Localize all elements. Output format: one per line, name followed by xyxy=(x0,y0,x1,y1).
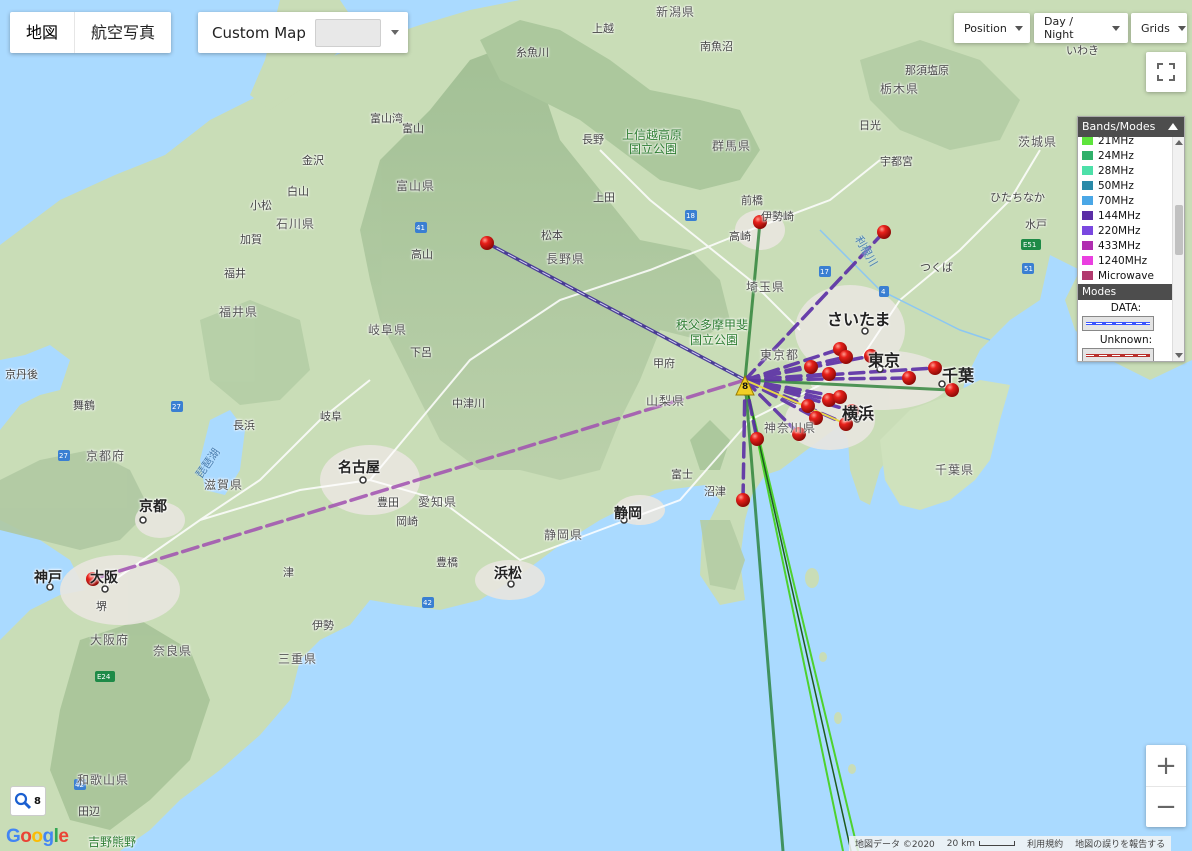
chevron-down-icon xyxy=(1014,25,1023,31)
map-type-roadmap-button[interactable]: 地図 xyxy=(10,12,74,53)
band-color-swatch xyxy=(1082,137,1093,145)
band-legend-item: 24MHz xyxy=(1082,148,1154,163)
custom-map-select[interactable] xyxy=(314,18,381,47)
custom-map-control[interactable]: Custom Map xyxy=(198,12,408,53)
band-list: 21MHz 24MHz 28MHz 50MHz 70MHz 144MHz 220MHz 433… xyxy=(1082,137,1154,283)
band-label: 220MHz xyxy=(1098,224,1141,237)
modes-header: Modes xyxy=(1078,284,1174,300)
chevron-down-icon xyxy=(1177,25,1186,31)
day-night-dropdown[interactable]: Day / Night xyxy=(1034,13,1128,43)
svg-text:18: 18 xyxy=(686,212,695,220)
chevron-down-icon xyxy=(1112,25,1120,31)
scroll-down-icon[interactable] xyxy=(1175,353,1183,358)
band-legend-item: 1240MHz xyxy=(1082,253,1154,268)
map-type-control: 地図 航空写真 xyxy=(10,12,172,53)
band-label: 28MHz xyxy=(1098,164,1134,177)
zoom-out-button[interactable]: − xyxy=(1146,786,1186,827)
scale-bar-graphic xyxy=(979,841,1016,846)
map-type-satellite-button[interactable]: 航空写真 xyxy=(74,12,171,53)
band-label: Microwave xyxy=(1098,269,1154,282)
band-color-swatch xyxy=(1082,241,1093,250)
band-label: 70MHz xyxy=(1098,194,1134,207)
band-legend-item: Microwave xyxy=(1082,268,1154,283)
band-legend-item: 144MHz xyxy=(1082,208,1154,223)
fullscreen-icon xyxy=(1157,63,1175,81)
bands-modes-legend: Bands/Modes 21MHz 24MHz 28MHz 50MHz 70MHz 144… xyxy=(1077,116,1185,362)
zoom-level-indicator[interactable]: 8 xyxy=(10,786,46,816)
map-base: 41 18 17 4 27 27 42 42 E51 51 E24 xyxy=(0,0,1192,851)
band-color-swatch xyxy=(1082,196,1093,205)
svg-text:4: 4 xyxy=(881,288,886,296)
zoom-in-button[interactable]: + xyxy=(1146,745,1186,786)
zoom-control: + − xyxy=(1146,745,1186,827)
fullscreen-button[interactable] xyxy=(1146,52,1186,92)
band-color-swatch xyxy=(1082,181,1093,190)
band-legend-item: 220MHz xyxy=(1082,223,1154,238)
band-color-swatch xyxy=(1082,271,1093,280)
band-legend-item: 70MHz xyxy=(1082,193,1154,208)
svg-text:17: 17 xyxy=(820,268,829,276)
mode-line-unknown xyxy=(1086,354,1150,357)
terms-link[interactable]: 利用規約 xyxy=(1021,837,1069,850)
scroll-thumb[interactable] xyxy=(1175,205,1183,255)
grids-dropdown[interactable]: Grids xyxy=(1131,13,1187,43)
mode-swatch-unknown xyxy=(1082,348,1154,361)
scale-bar[interactable]: 20 km xyxy=(941,839,1021,849)
legend-scrollbar[interactable] xyxy=(1172,137,1184,361)
mode-label-unknown: Unknown: xyxy=(1099,334,1153,346)
band-label: 24MHz xyxy=(1098,149,1134,162)
chevron-down-icon xyxy=(390,30,399,35)
svg-text:42: 42 xyxy=(423,599,432,607)
legend-title: Bands/Modes xyxy=(1082,120,1156,133)
position-dropdown-label: Position xyxy=(964,21,1007,35)
svg-text:E24: E24 xyxy=(97,673,111,681)
band-label: 50MHz xyxy=(1098,179,1134,192)
zoom-level-value: 8 xyxy=(34,795,41,807)
band-color-swatch xyxy=(1082,256,1093,265)
svg-text:51: 51 xyxy=(1024,265,1033,273)
band-label: 433MHz xyxy=(1098,239,1141,252)
mode-label-data: DATA: xyxy=(1110,302,1142,314)
svg-text:42: 42 xyxy=(75,781,84,789)
scale-label: 20 km xyxy=(946,838,976,849)
band-label: 21MHz xyxy=(1098,137,1134,147)
band-legend-item: 21MHz xyxy=(1082,137,1154,148)
band-color-swatch xyxy=(1082,226,1093,235)
band-color-swatch xyxy=(1082,151,1093,160)
band-color-swatch xyxy=(1082,166,1093,175)
band-legend-item: 433MHz xyxy=(1082,238,1154,253)
scroll-up-icon[interactable] xyxy=(1175,140,1183,145)
svg-text:27: 27 xyxy=(172,403,181,411)
custom-map-label: Custom Map xyxy=(212,23,306,42)
map-canvas[interactable]: 41 18 17 4 27 27 42 42 E51 51 E24 新潟県 糸魚… xyxy=(0,0,1192,851)
legend-body[interactable]: 21MHz 24MHz 28MHz 50MHz 70MHz 144MHz 220MHz 433… xyxy=(1078,137,1174,361)
mode-line-data xyxy=(1086,322,1150,325)
band-color-swatch xyxy=(1082,211,1093,220)
magnifier-icon xyxy=(14,792,32,810)
legend-header[interactable]: Bands/Modes xyxy=(1078,117,1184,137)
svg-text:27: 27 xyxy=(59,452,68,460)
svg-text:41: 41 xyxy=(416,224,425,232)
band-label: 144MHz xyxy=(1098,209,1141,222)
svg-text:E51: E51 xyxy=(1023,241,1036,249)
google-logo: Google xyxy=(6,826,69,847)
band-legend-item: 50MHz xyxy=(1082,178,1154,193)
mode-swatch-data xyxy=(1082,316,1154,331)
map-data-credit: 地図データ ©2020 xyxy=(855,840,935,850)
day-night-dropdown-label: Day / Night xyxy=(1044,15,1074,41)
collapse-icon[interactable] xyxy=(1168,123,1178,130)
band-label: 1240MHz xyxy=(1098,254,1148,267)
grids-dropdown-label: Grids xyxy=(1141,21,1170,35)
attribution-bar: 地図データ ©2020 20 km 利用規約 地図の誤りを報告する xyxy=(849,836,1172,851)
position-dropdown[interactable]: Position xyxy=(954,13,1030,43)
report-error-link[interactable]: 地図の誤りを報告する xyxy=(1069,837,1171,850)
band-legend-item: 28MHz xyxy=(1082,163,1154,178)
